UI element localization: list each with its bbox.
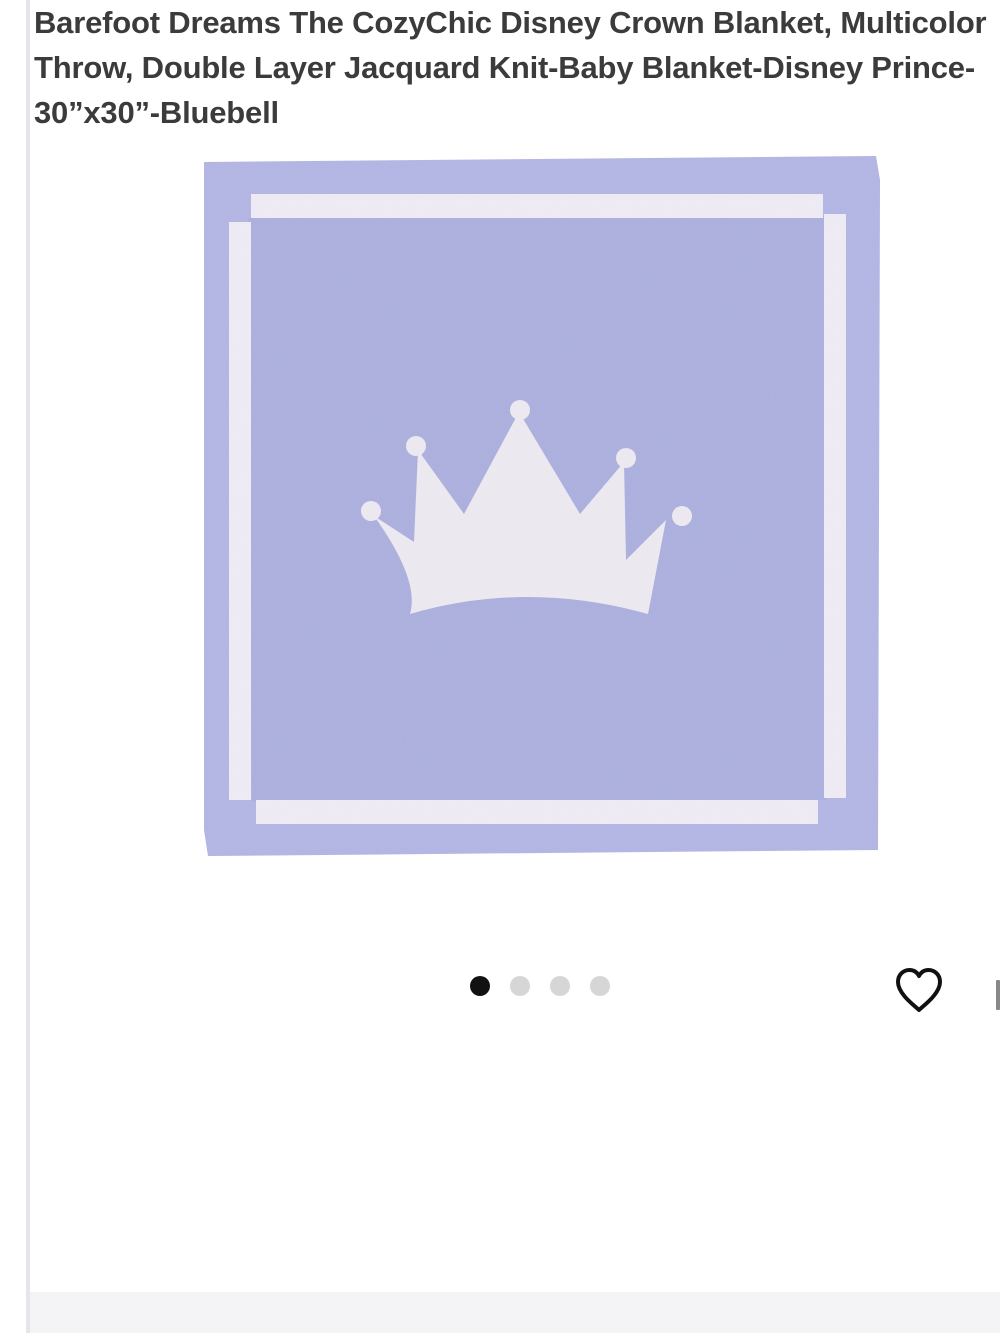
- next-item-edge: [996, 980, 1000, 1010]
- carousel-dot-4[interactable]: [590, 976, 610, 996]
- image-carousel-dots: [470, 975, 610, 997]
- product-image-blanket[interactable]: [196, 150, 886, 865]
- carousel-dot-1[interactable]: [470, 976, 490, 996]
- product-page: Barefoot Dreams The CozyChic Disney Crow…: [0, 0, 1000, 1333]
- product-title: Barefoot Dreams The CozyChic Disney Crow…: [34, 5, 987, 130]
- left-edge-divider: [26, 0, 30, 1333]
- carousel-dot-3[interactable]: [550, 976, 570, 996]
- bottom-bar: [30, 1292, 1000, 1333]
- favorite-button[interactable]: [890, 962, 948, 1018]
- carousel-dot-2[interactable]: [510, 976, 530, 996]
- heart-outline-icon: [896, 968, 942, 1012]
